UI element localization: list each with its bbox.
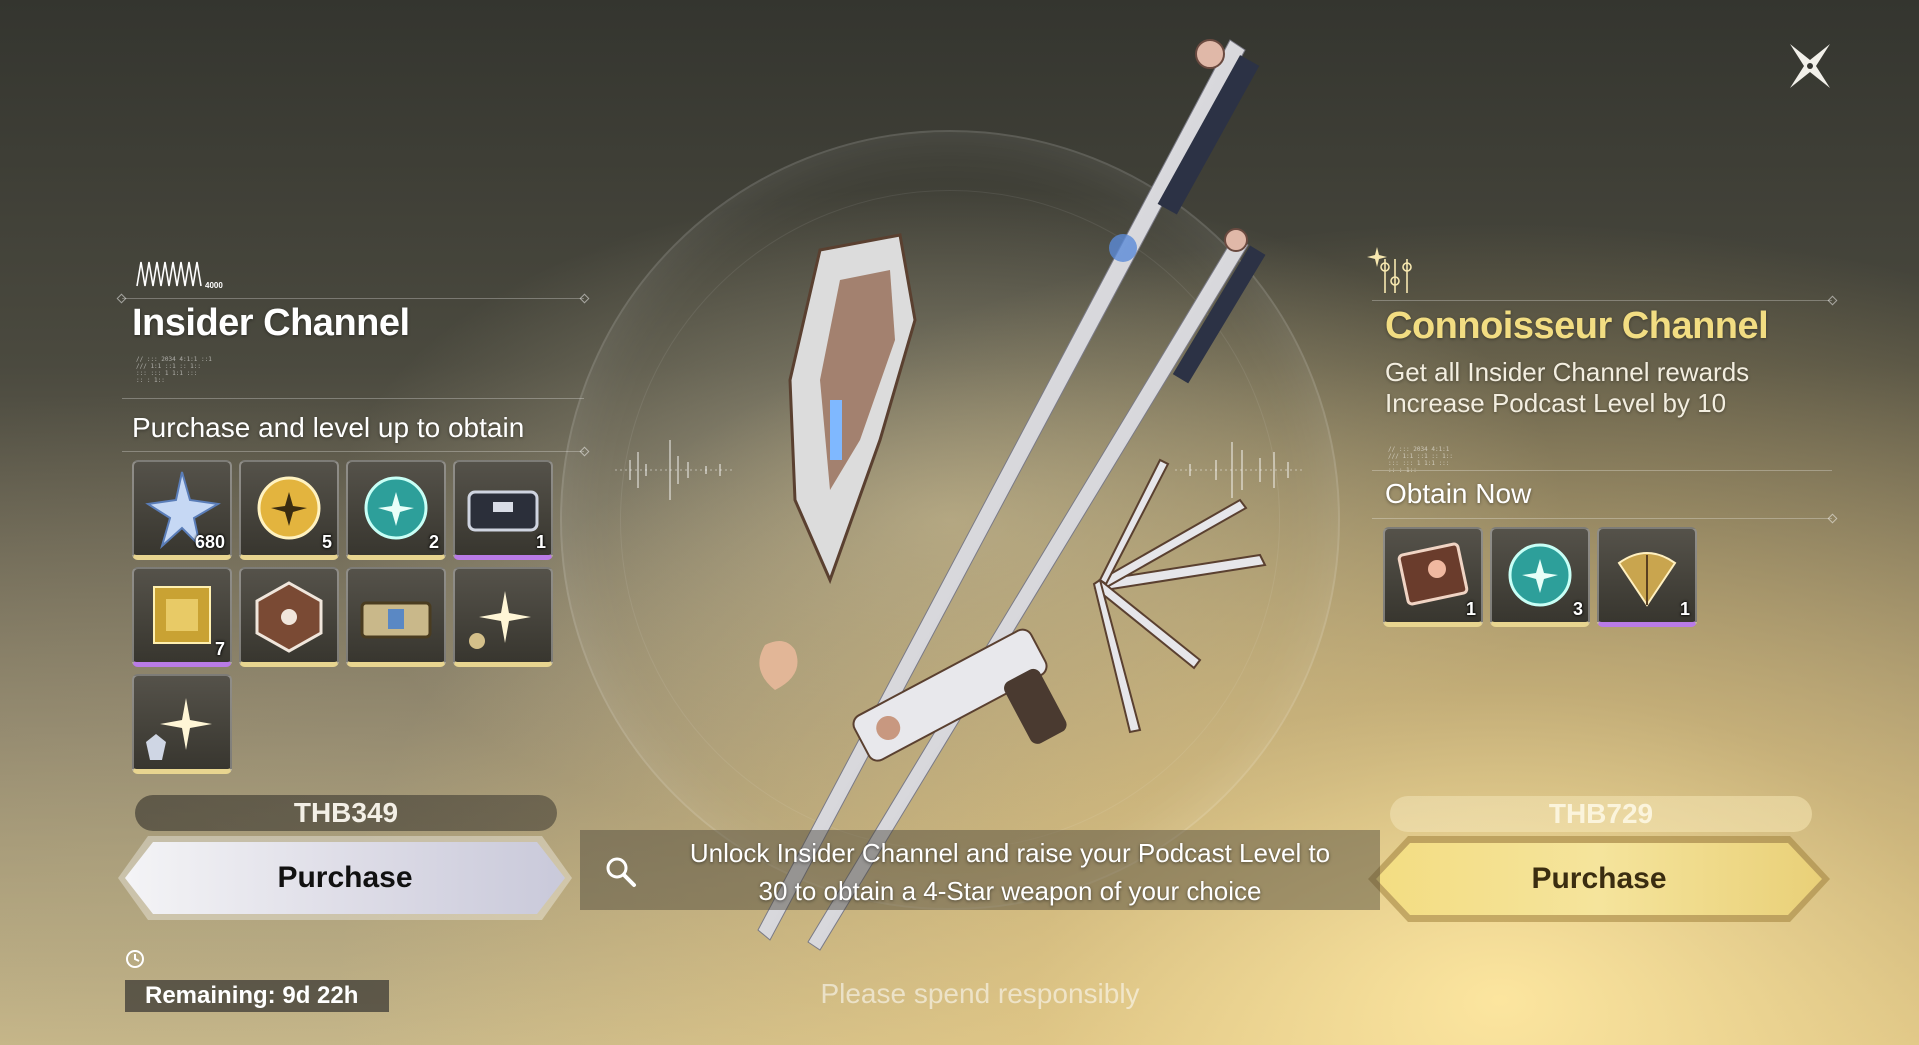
connoisseur-header-divider bbox=[1372, 295, 1838, 306]
reward-item[interactable] bbox=[346, 567, 446, 667]
banner-line2: 30 to obtain a 4-Star weapon of your cho… bbox=[758, 876, 1262, 906]
spend-responsibly-note: Please spend responsibly bbox=[820, 978, 1140, 1009]
connoisseur-subheader-divider bbox=[1372, 470, 1832, 471]
chest-icon bbox=[360, 601, 432, 639]
insider-header-divider bbox=[116, 293, 590, 304]
insider-subtitle: Purchase and level up to obtain bbox=[132, 412, 525, 443]
reward-item[interactable]: 1 bbox=[453, 460, 553, 560]
banner-line1: Unlock Insider Channel and raise your Po… bbox=[689, 838, 1331, 868]
reward-qty: 1 bbox=[1465, 599, 1476, 619]
insider-reward-grid: 680 5 2 1 7 bbox=[132, 460, 553, 774]
connoisseur-channel-title: Connoisseur Channel bbox=[1385, 305, 1769, 347]
reward-qty: 3 bbox=[1572, 599, 1583, 619]
remaining-time: Remaining: 9d 22h bbox=[125, 980, 389, 1012]
banner-text: Unlock Insider Channel and raise your Po… bbox=[660, 834, 1360, 910]
insider-channel-title: Insider Channel bbox=[132, 302, 410, 344]
insider-grid-divider bbox=[122, 446, 590, 457]
reward-qty: 680 bbox=[194, 532, 225, 552]
sparkle-emblem-icon bbox=[469, 591, 531, 649]
reward-item[interactable]: 1 bbox=[1597, 527, 1697, 627]
insider-subheader-divider bbox=[122, 398, 584, 399]
connoisseur-price: THB729 bbox=[1390, 796, 1812, 832]
wolf-emblem-icon bbox=[146, 698, 212, 760]
clock-icon bbox=[126, 950, 144, 968]
reward-item[interactable]: 2 bbox=[346, 460, 446, 560]
connoisseur-desc-line1: Get all Insider Channel rewards bbox=[1385, 357, 1750, 387]
reward-item[interactable]: 1 bbox=[1383, 527, 1483, 627]
insider-microtext-decoration: // ::: 2034 4:1:1 ::1 /// 1:1 ::1 :: 1::… bbox=[136, 356, 212, 384]
pass-screen: 4000 Insider Channel // ::: 2034 4:1:1 :… bbox=[0, 0, 1919, 1045]
search-icon[interactable] bbox=[603, 854, 637, 888]
reward-qty: 5 bbox=[321, 532, 332, 552]
connoisseur-reward-grid: 1 3 1 bbox=[1383, 527, 1697, 627]
connoisseur-grid-divider bbox=[1372, 513, 1838, 524]
reward-qty: 1 bbox=[535, 532, 546, 552]
reward-item[interactable] bbox=[453, 567, 553, 667]
connoisseur-desc-line2: Increase Podcast Level by 10 bbox=[1385, 388, 1727, 418]
logo-caption: 4000 bbox=[205, 281, 223, 290]
insider-purchase-button[interactable]: Purchase bbox=[125, 842, 565, 914]
reward-qty: 1 bbox=[1679, 599, 1690, 619]
reward-item[interactable]: 680 bbox=[132, 460, 232, 560]
reward-item[interactable]: 7 bbox=[132, 567, 232, 667]
insider-price: THB349 bbox=[135, 795, 557, 831]
reward-item[interactable] bbox=[132, 674, 232, 774]
obtain-now-label: Obtain Now bbox=[1385, 478, 1532, 509]
dice-icon bbox=[255, 581, 323, 653]
reward-qty: 7 bbox=[214, 639, 225, 659]
reward-item[interactable] bbox=[239, 567, 339, 667]
reward-item[interactable]: 3 bbox=[1490, 527, 1590, 627]
connoisseur-purchase-button[interactable]: Purchase bbox=[1376, 843, 1822, 915]
reward-item[interactable]: 5 bbox=[239, 460, 339, 560]
close-x-icon[interactable] bbox=[1782, 38, 1838, 94]
reward-qty: 2 bbox=[428, 532, 439, 552]
sparkle-tuner-logo-icon bbox=[1367, 247, 1412, 293]
